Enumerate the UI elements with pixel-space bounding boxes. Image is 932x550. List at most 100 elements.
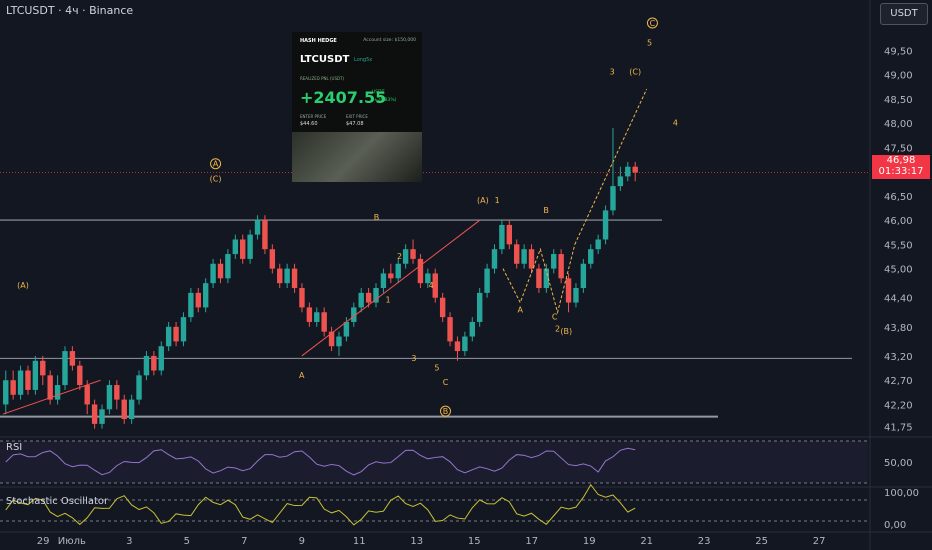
time-axis-label: Июль bbox=[58, 536, 86, 547]
candle-body bbox=[143, 355, 150, 376]
candle-body bbox=[17, 370, 24, 395]
candle-body bbox=[314, 312, 320, 322]
rsi-pane-label[interactable]: RSI bbox=[6, 442, 22, 453]
price-axis-label: 42,20 bbox=[884, 400, 913, 411]
candle-body bbox=[625, 166, 631, 177]
wave-label: 1 bbox=[385, 296, 390, 305]
candle-body bbox=[602, 210, 609, 240]
candle-body bbox=[195, 292, 201, 308]
candle-body bbox=[321, 312, 327, 332]
wave-label: C bbox=[650, 19, 656, 28]
candle-body bbox=[217, 263, 224, 279]
candle-body bbox=[106, 385, 113, 410]
time-axis-label: 23 bbox=[698, 536, 711, 547]
time-axis-label: 21 bbox=[640, 536, 653, 547]
wave-label: C bbox=[552, 313, 558, 322]
wave-label: A bbox=[517, 305, 523, 314]
candle-body bbox=[151, 355, 157, 371]
candle-body bbox=[269, 249, 276, 269]
price-chart[interactable]: 49,50 49,00 48,50 48,00 47,50 46,50 46,00 45,50… bbox=[0, 0, 932, 550]
card-account: Account size: $150,000 bbox=[363, 38, 416, 43]
time-axis-label: 27 bbox=[813, 536, 826, 547]
time-axis-label: 11 bbox=[353, 536, 366, 547]
candle-body bbox=[484, 268, 490, 293]
candle-body bbox=[210, 263, 216, 284]
candle-body bbox=[595, 239, 601, 250]
stoch-axis-label: 0,00 bbox=[884, 520, 906, 531]
stoch-pane-label[interactable]: Stochastic Oscillator bbox=[6, 496, 108, 507]
candle-body bbox=[395, 263, 401, 279]
card-pnl-unit: USDT bbox=[372, 90, 385, 95]
candle-body bbox=[40, 360, 46, 376]
candle-body bbox=[299, 288, 305, 308]
stoch-axis-label: 100,00 bbox=[884, 488, 919, 499]
candle-body bbox=[54, 385, 61, 400]
time-axis-label: 5 bbox=[184, 536, 190, 547]
candle-body bbox=[254, 220, 261, 235]
wave-label: 4 bbox=[429, 281, 434, 290]
card-eagle-image bbox=[292, 132, 422, 182]
wave-label: B bbox=[374, 213, 380, 222]
time-axis-label: 3 bbox=[126, 536, 132, 547]
wave-label: (C) bbox=[629, 68, 641, 77]
candle-body bbox=[491, 249, 498, 269]
candle-body bbox=[32, 360, 39, 390]
candle-body bbox=[328, 331, 335, 347]
candle-body bbox=[521, 249, 527, 264]
candle-body bbox=[277, 268, 283, 284]
candle-body bbox=[417, 258, 424, 284]
candle-body bbox=[365, 292, 372, 303]
candle-body bbox=[565, 278, 572, 303]
candle-body bbox=[77, 365, 83, 386]
time-axis-label: 17 bbox=[525, 536, 538, 547]
candle-body bbox=[165, 326, 172, 347]
candle-body bbox=[439, 297, 446, 318]
price-axis-label: 42,70 bbox=[884, 376, 913, 387]
chart-root: 49,50 49,00 48,50 48,00 47,50 46,50 46,00 45,50… bbox=[0, 0, 932, 550]
time-axis-label: 7 bbox=[241, 536, 247, 547]
time-axis-label: 29 bbox=[37, 536, 50, 547]
price-axis-label: 45,50 bbox=[884, 240, 913, 251]
card-enter-price: $44.60 bbox=[300, 121, 318, 127]
candle-body bbox=[136, 375, 142, 400]
price-axis-label: 49,50 bbox=[884, 46, 913, 57]
candle-body bbox=[358, 292, 364, 308]
wave-label: A bbox=[299, 371, 305, 380]
last-price-value: 46,98 bbox=[886, 155, 916, 166]
time-axis-label: 25 bbox=[755, 536, 768, 547]
candle-body bbox=[343, 321, 350, 337]
card-exit-price: $47.08 bbox=[346, 121, 364, 127]
candle-body bbox=[3, 380, 9, 405]
card-pnl-pct: (+26.83%) bbox=[372, 98, 397, 103]
symbol-header[interactable]: LTCUSDT · 4ч · Binance bbox=[6, 4, 133, 17]
price-axis-label: 47,50 bbox=[884, 143, 913, 154]
price-axis-label: 43,80 bbox=[884, 323, 913, 334]
last-price-tag: 46,98 01:33:17 bbox=[872, 155, 930, 179]
candle-body bbox=[25, 370, 31, 390]
candle-body bbox=[573, 288, 579, 303]
candle-body bbox=[69, 351, 76, 366]
wave-label: (A) bbox=[17, 281, 29, 290]
candle-body bbox=[380, 273, 387, 289]
card-realized-label: REALIZED PNL (USDT) bbox=[300, 76, 345, 81]
wave-label: 5 bbox=[434, 363, 439, 372]
price-axis-label: 43,20 bbox=[884, 352, 913, 363]
candle-body bbox=[402, 249, 409, 264]
wave-label: B bbox=[543, 206, 549, 215]
price-axis-label: 45,00 bbox=[884, 265, 913, 276]
candle-body bbox=[225, 254, 231, 279]
candle-body bbox=[240, 239, 246, 259]
price-axis-label: 46,00 bbox=[884, 216, 913, 227]
candle-body bbox=[454, 341, 461, 352]
wave-label: B bbox=[443, 407, 449, 416]
candle-body bbox=[284, 268, 290, 284]
candle-body bbox=[306, 307, 313, 322]
candle-body bbox=[469, 321, 475, 337]
card-side: Long5x bbox=[354, 57, 373, 63]
candle-body bbox=[632, 166, 638, 173]
currency-button[interactable]: USDT bbox=[880, 3, 928, 25]
time-axis-label: 15 bbox=[468, 536, 481, 547]
wave-label: C bbox=[443, 378, 449, 387]
price-axis-label: 44,40 bbox=[884, 294, 913, 305]
candle-body bbox=[462, 336, 468, 352]
